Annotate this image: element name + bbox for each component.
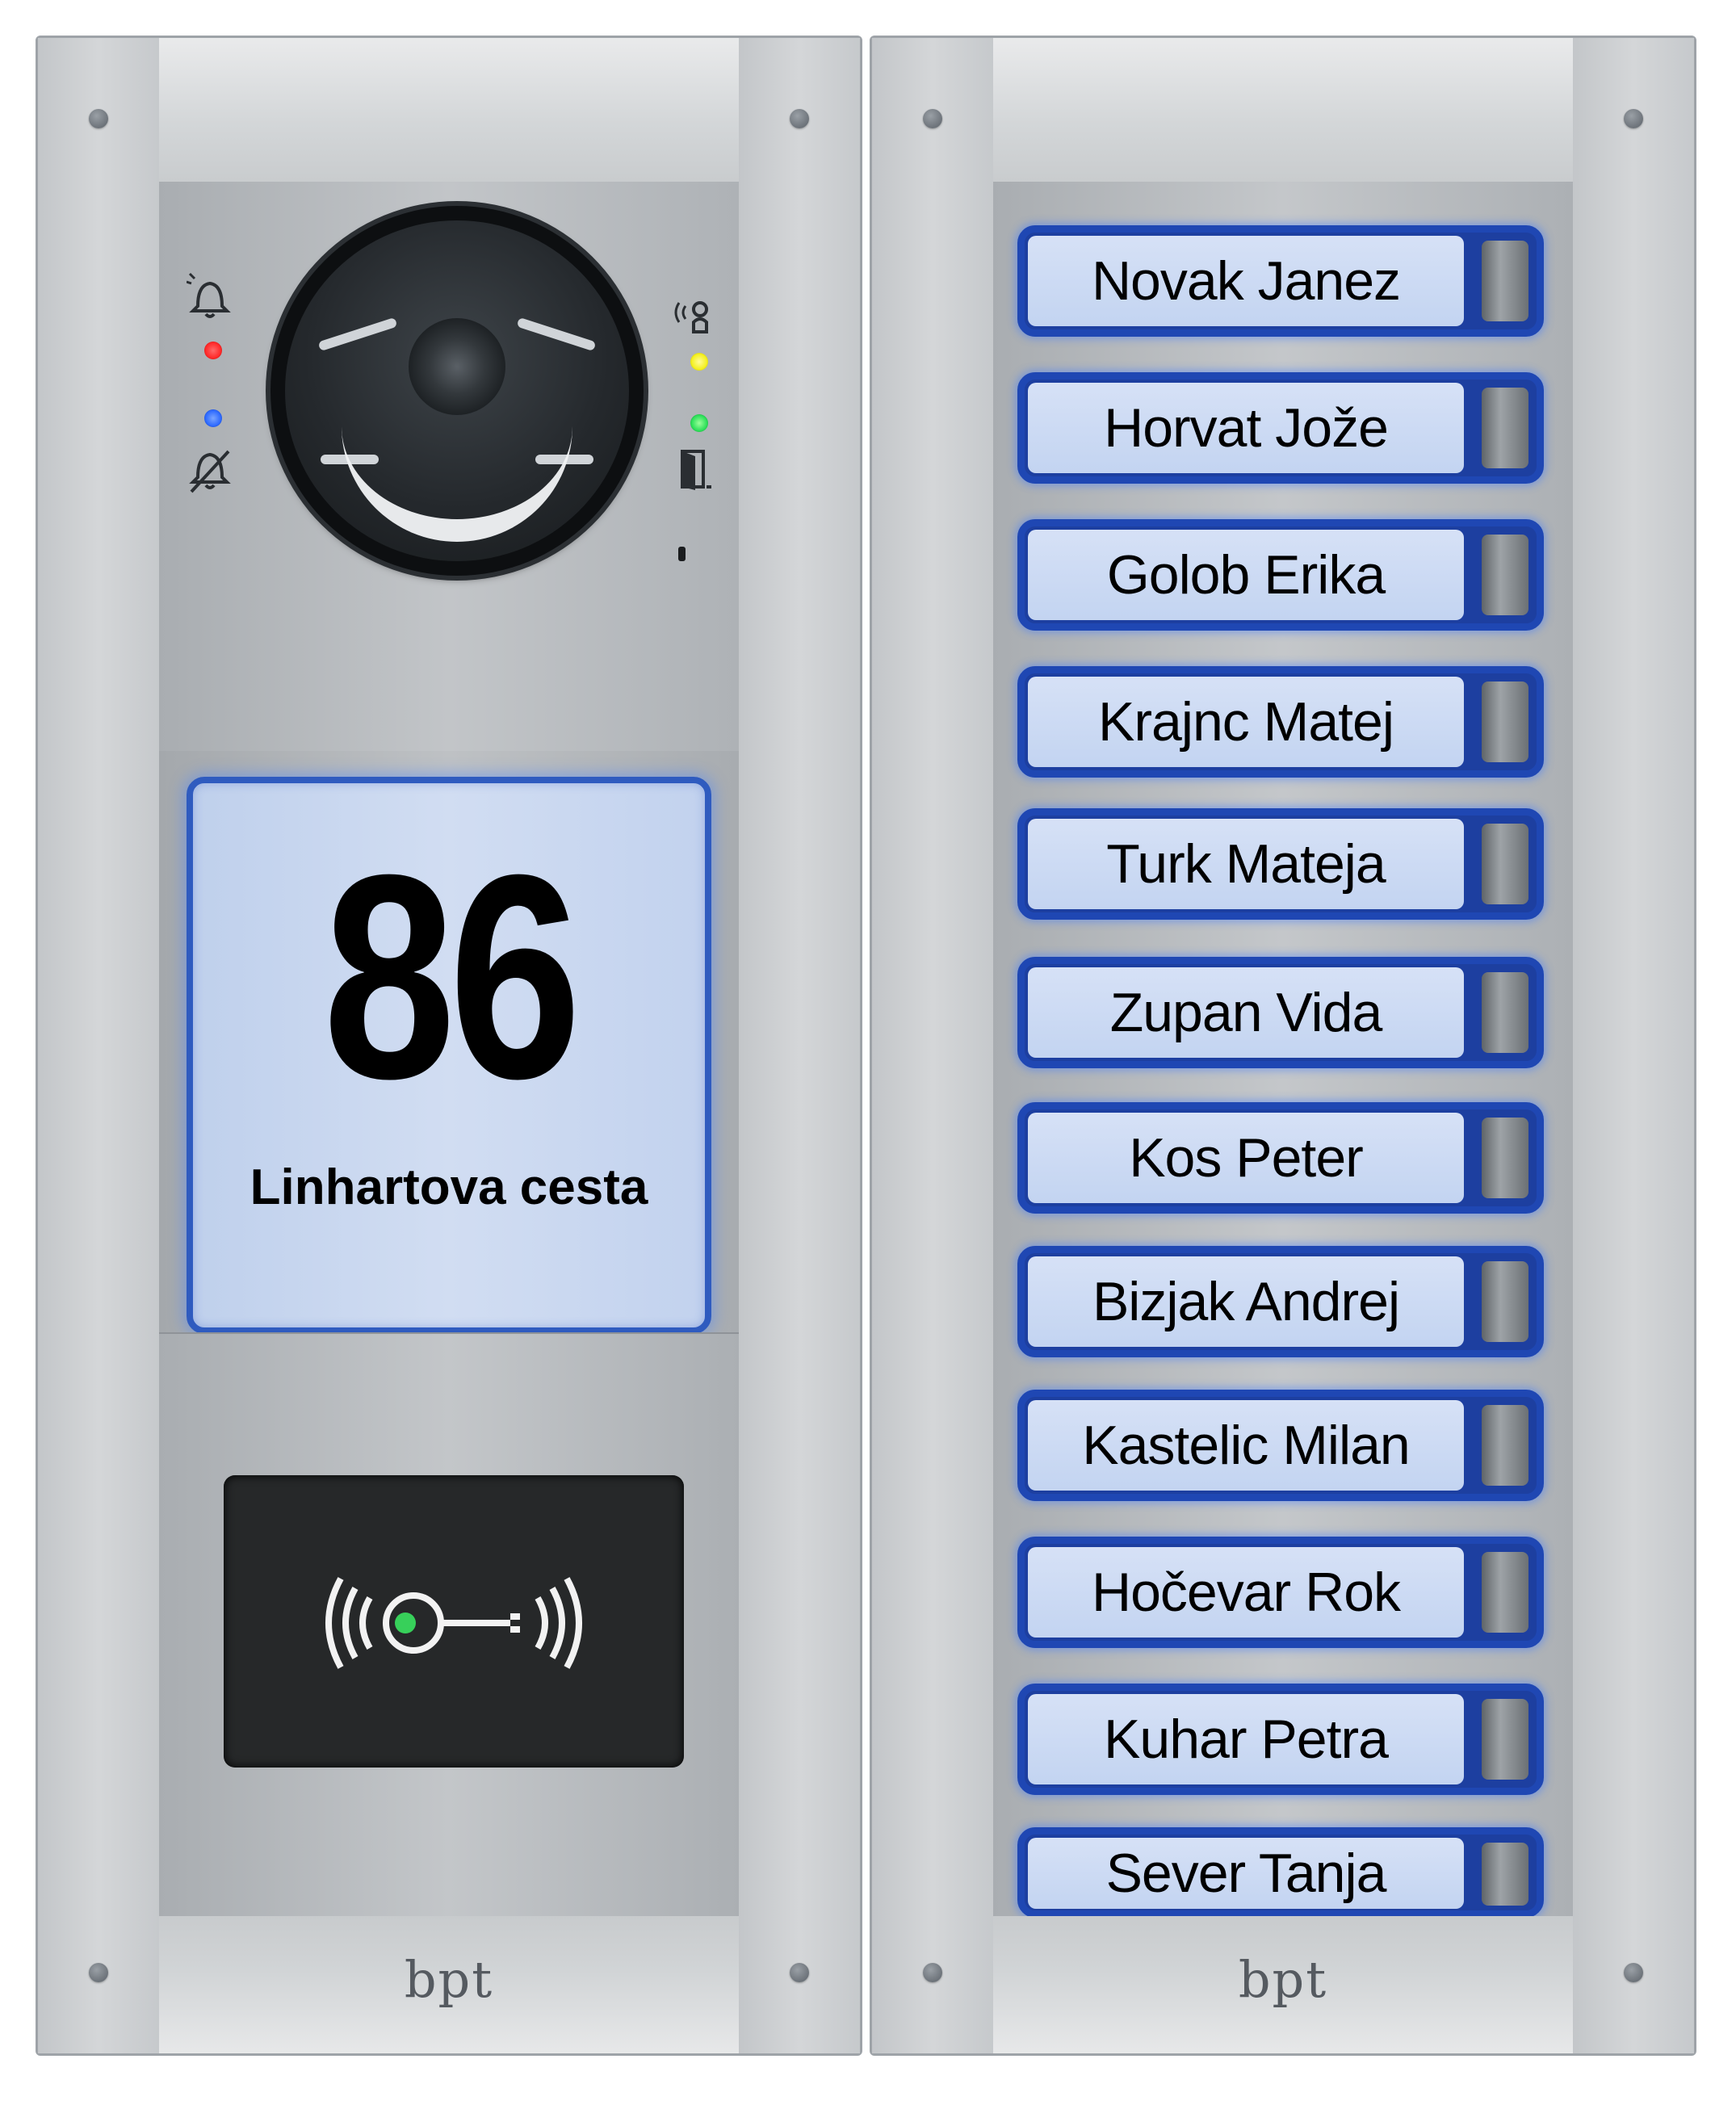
resident-name: Novak Janez bbox=[1028, 236, 1464, 326]
right-rail bbox=[738, 38, 860, 2053]
bell-muted-icon bbox=[187, 445, 233, 504]
button-tab bbox=[1482, 1405, 1528, 1486]
resident-name: Golob Erika bbox=[1028, 530, 1464, 620]
call-button[interactable]: Novak Janez bbox=[1017, 225, 1544, 337]
screw-icon bbox=[1624, 1963, 1643, 1982]
microphone-hole bbox=[678, 547, 686, 561]
street-name: Linhartova cesta bbox=[249, 1160, 648, 1215]
button-tab bbox=[1482, 1699, 1528, 1780]
call-button[interactable]: Hočevar Rok bbox=[1017, 1537, 1544, 1648]
key-wireless-icon bbox=[325, 1577, 582, 1669]
brand-logo: bpt bbox=[404, 1950, 494, 2009]
resident-name: Hočevar Rok bbox=[1028, 1547, 1464, 1638]
button-tab bbox=[1482, 1843, 1528, 1906]
call-button[interactable]: Kos Peter bbox=[1017, 1102, 1544, 1214]
screw-icon bbox=[89, 109, 108, 128]
camera-lens-icon bbox=[409, 318, 505, 416]
button-tab bbox=[1482, 241, 1528, 321]
button-tab bbox=[1482, 1261, 1528, 1342]
address-module: 86 Linhartova cesta bbox=[159, 751, 739, 1334]
status-led-yellow bbox=[690, 353, 708, 371]
entry-panel-camera-module: 86 Linhartova cesta bpt bbox=[36, 36, 862, 2056]
address-display: 86 Linhartova cesta bbox=[187, 777, 711, 1334]
screw-icon bbox=[1624, 109, 1643, 128]
top-cap bbox=[993, 38, 1573, 182]
resident-name: Horvat Jože bbox=[1028, 383, 1464, 473]
house-number: 86 bbox=[323, 815, 581, 1139]
entry-panel-button-module: Novak Janez Horvat Jože Golob Erika Kraj… bbox=[870, 36, 1696, 2056]
camera-face bbox=[285, 220, 629, 561]
call-button[interactable]: Turk Mateja bbox=[1017, 808, 1544, 920]
door-open-icon bbox=[677, 448, 713, 497]
resident-name: Krajnc Matej bbox=[1028, 677, 1464, 767]
call-button[interactable]: Zupan Vida bbox=[1017, 957, 1544, 1068]
camera-module bbox=[159, 182, 739, 753]
screw-icon bbox=[923, 1963, 942, 1982]
resident-name: Sever Tanja bbox=[1028, 1838, 1464, 1909]
button-tab bbox=[1482, 972, 1528, 1053]
call-button[interactable]: Horvat Jože bbox=[1017, 372, 1544, 484]
status-led-green bbox=[690, 414, 708, 432]
resident-name: Turk Mateja bbox=[1028, 819, 1464, 909]
resident-name: Zupan Vida bbox=[1028, 967, 1464, 1058]
bell-ringing-icon bbox=[186, 270, 233, 329]
screw-icon bbox=[89, 1963, 108, 1982]
call-button[interactable]: Sever Tanja bbox=[1017, 1827, 1544, 1918]
rfid-reader[interactable] bbox=[224, 1475, 684, 1768]
top-cap bbox=[159, 38, 739, 182]
call-button[interactable]: Golob Erika bbox=[1017, 519, 1544, 631]
button-tab bbox=[1482, 535, 1528, 615]
camera-lens-housing bbox=[270, 206, 644, 576]
right-rail bbox=[1572, 38, 1694, 2053]
resident-name: Bizjak Andrej bbox=[1028, 1256, 1464, 1347]
resident-name: Kos Peter bbox=[1028, 1113, 1464, 1203]
status-led-blue bbox=[204, 409, 222, 427]
brand-logo: bpt bbox=[1238, 1950, 1328, 2009]
button-tab bbox=[1482, 388, 1528, 468]
camera-bar bbox=[516, 317, 597, 352]
button-tab bbox=[1482, 1118, 1528, 1198]
call-button[interactable]: Kastelic Milan bbox=[1017, 1390, 1544, 1501]
call-buttons: Novak Janez Horvat Jože Golob Erika Kraj… bbox=[993, 182, 1573, 1922]
button-tab bbox=[1482, 681, 1528, 762]
screw-icon bbox=[923, 109, 942, 128]
left-rail bbox=[872, 38, 994, 2053]
resident-name: Kuhar Petra bbox=[1028, 1694, 1464, 1784]
call-button[interactable]: Bizjak Andrej bbox=[1017, 1246, 1544, 1357]
button-tab bbox=[1482, 824, 1528, 904]
screw-icon bbox=[790, 109, 809, 128]
resident-name: Kastelic Milan bbox=[1028, 1400, 1464, 1491]
call-button[interactable]: Krajnc Matej bbox=[1017, 666, 1544, 778]
camera-bar bbox=[317, 317, 398, 352]
bottom-cap: bpt bbox=[159, 1916, 739, 2053]
left-rail bbox=[38, 38, 160, 2053]
camera-illumination-ring bbox=[342, 422, 572, 542]
button-tab bbox=[1482, 1552, 1528, 1633]
rfid-module bbox=[159, 1332, 739, 1923]
screw-icon bbox=[790, 1963, 809, 1982]
call-button[interactable]: Kuhar Petra bbox=[1017, 1684, 1544, 1795]
bottom-cap: bpt bbox=[993, 1916, 1573, 2053]
status-led-red bbox=[204, 342, 222, 359]
speaking-icon bbox=[673, 295, 715, 344]
